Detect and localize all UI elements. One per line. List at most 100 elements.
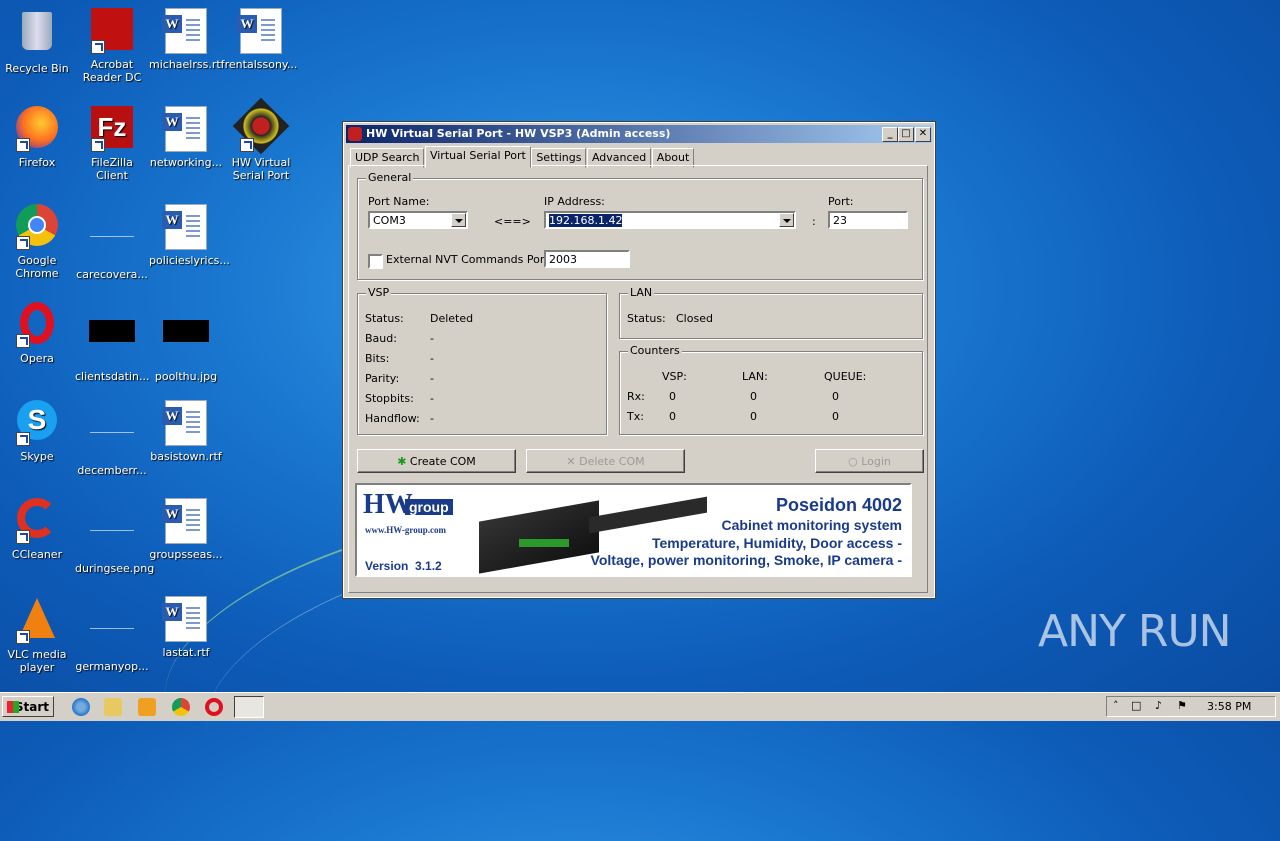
flag-icon[interactable]: ⚑ bbox=[1177, 699, 1187, 712]
desktop-icon-label: CCleaner bbox=[11, 548, 63, 561]
minimize-button[interactable]: _ bbox=[882, 127, 898, 142]
port-field[interactable]: 23 bbox=[828, 211, 908, 229]
opera-icon bbox=[14, 302, 60, 348]
media-player-icon[interactable] bbox=[138, 698, 156, 716]
desktop-icon-firefox[interactable]: Firefox bbox=[0, 106, 74, 169]
firefox-icon bbox=[14, 106, 60, 152]
counter-rx-vsp: 0 bbox=[669, 390, 676, 403]
desktop-icon-ccleaner[interactable]: CCleaner bbox=[0, 498, 74, 561]
desktop-icon-poolthu[interactable]: poolthu.jpg bbox=[149, 302, 223, 383]
login-button[interactable]: ○ Login bbox=[815, 449, 924, 473]
desktop-icon-label: germanyop... bbox=[75, 660, 149, 673]
desktop-icon-acrobat[interactable]: Acrobat Reader DC bbox=[75, 8, 149, 84]
desktop-icon-label: FileZilla Client bbox=[91, 156, 133, 182]
desktop-icon-label: policieslyrics... bbox=[149, 254, 230, 267]
desktop-icon-basistown[interactable]: W basistown.rtf bbox=[149, 400, 223, 463]
vsp-handflow-value: - bbox=[430, 412, 434, 425]
vsp-group-title: VSP bbox=[366, 286, 392, 299]
vsp-status-value: Deleted bbox=[430, 312, 474, 325]
explorer-icon[interactable] bbox=[104, 698, 122, 716]
general-group-title: General bbox=[366, 171, 414, 184]
desktop-icon-vlc[interactable]: VLC media player bbox=[0, 596, 74, 674]
product-name: Poseidon 4002 bbox=[775, 495, 902, 515]
lan-status-value: Closed bbox=[676, 312, 713, 325]
close-button[interactable]: ✕ bbox=[915, 127, 931, 142]
desktop-icon-recycle-bin[interactable]: Recycle Bin bbox=[0, 8, 74, 75]
running-man-icon: ✱ bbox=[397, 455, 407, 468]
desktop-icon-germanyop[interactable]: germanyop... bbox=[75, 596, 149, 673]
vsp-baud-label: Baud: bbox=[365, 332, 397, 345]
lan-group: LAN Status: Closed bbox=[619, 286, 923, 339]
ie-icon[interactable] bbox=[72, 698, 90, 716]
ip-address-value: 192.168.1.42 bbox=[549, 214, 623, 227]
delete-com-button[interactable]: ✕ Delete COM bbox=[526, 449, 685, 473]
clock[interactable]: 3:58 PM bbox=[1207, 700, 1251, 713]
nvt-port-field[interactable]: 2003 bbox=[544, 250, 630, 268]
x-icon: ✕ bbox=[566, 455, 576, 468]
desktop-icon-michaelrss[interactable]: W michaelrss.rtf bbox=[149, 8, 225, 71]
counter-rx-label: Rx: bbox=[627, 390, 645, 403]
counters-group: Counters VSP: LAN: QUEUE: Rx: 0 0 0 Tx: … bbox=[619, 344, 923, 435]
create-com-button[interactable]: ✱ Create COM bbox=[357, 449, 516, 473]
desktop-icon-policieslyrics[interactable]: W policieslyrics... bbox=[149, 204, 230, 267]
taskbar: Start ˄ □ ♪ ⚑ 3:58 PM bbox=[0, 692, 1280, 721]
desktop-icon-hw-vsp[interactable]: HW Virtual Serial Port bbox=[224, 97, 298, 182]
counter-header-queue: QUEUE: bbox=[824, 370, 867, 383]
ip-address-label: IP Address: bbox=[544, 195, 605, 208]
nvt-checkbox[interactable] bbox=[368, 254, 383, 269]
counter-rx-queue: 0 bbox=[832, 390, 839, 403]
desktop-icon-label: basistown.rtf bbox=[150, 450, 222, 463]
port-name-value: COM3 bbox=[373, 214, 406, 227]
desktop-icon-opera[interactable]: Opera bbox=[0, 302, 74, 365]
product-line3: Voltage, power monitoring, Smoke, IP cam… bbox=[590, 552, 902, 568]
link-arrow: <==> bbox=[494, 215, 531, 228]
skype-icon: S bbox=[14, 400, 60, 446]
hw-vsp-icon bbox=[232, 97, 290, 155]
network-icon[interactable]: □ bbox=[1131, 699, 1141, 712]
start-button[interactable]: Start bbox=[2, 696, 54, 717]
vlc-icon bbox=[14, 598, 60, 644]
system-tray: ˄ □ ♪ ⚑ 3:58 PM bbox=[1106, 696, 1276, 717]
chevron-down-icon[interactable] bbox=[451, 213, 466, 227]
desktop-icon-clientsdatin[interactable]: clientsdatin... bbox=[75, 302, 150, 383]
vsp-bits-label: Bits: bbox=[365, 352, 390, 365]
window-titlebar[interactable]: HW Virtual Serial Port - HW VSP3 (Admin … bbox=[346, 125, 932, 143]
hw-vsp-taskbar-icon[interactable] bbox=[234, 696, 264, 718]
opera-taskbar-icon[interactable] bbox=[205, 698, 223, 716]
desktop-icon-rentalssony[interactable]: W rentalssony... bbox=[224, 8, 298, 71]
chrome-taskbar-icon[interactable] bbox=[172, 698, 190, 716]
tab-panel: General Port Name: COM3 <==> IP Address:… bbox=[348, 165, 928, 593]
desktop-icon-label: HW Virtual Serial Port bbox=[231, 156, 291, 182]
desktop-icon-skype[interactable]: S Skype bbox=[0, 400, 74, 463]
chevron-up-icon[interactable]: ˄ bbox=[1113, 699, 1119, 712]
counters-group-title: Counters bbox=[628, 344, 682, 357]
file-icon bbox=[89, 218, 135, 264]
desktop-icon-duringsee[interactable]: duringsee.png bbox=[75, 498, 154, 575]
logo-group: group bbox=[405, 499, 453, 515]
counter-header-vsp: VSP: bbox=[662, 370, 687, 383]
desktop-icon-carecovera[interactable]: carecovera... bbox=[75, 204, 149, 281]
desktop-icon-lastat[interactable]: W lastat.rtf bbox=[149, 596, 223, 659]
anyrun-watermark: ANY RUN bbox=[1038, 606, 1232, 657]
word-document-icon: W bbox=[162, 8, 209, 54]
chevron-down-icon[interactable] bbox=[779, 213, 794, 227]
volume-icon[interactable]: ♪ bbox=[1155, 699, 1162, 712]
delete-com-label: Delete COM bbox=[579, 455, 645, 468]
desktop-icon-label: Acrobat Reader DC bbox=[82, 58, 142, 84]
word-document-icon: W bbox=[162, 204, 209, 250]
desktop-icon-groupsseas[interactable]: W groupsseas... bbox=[149, 498, 223, 561]
tab-virtual-serial-port[interactable]: Virtual Serial Port bbox=[424, 146, 531, 168]
desktop-icon-filezilla[interactable]: Fz FileZilla Client bbox=[75, 106, 149, 182]
desktop-icon-decemberr[interactable]: decemberr... bbox=[75, 400, 149, 477]
desktop-icon-chrome[interactable]: Google Chrome bbox=[0, 204, 74, 280]
vsp-baud-value: - bbox=[430, 332, 434, 345]
filezilla-icon: Fz bbox=[89, 106, 135, 152]
desktop-icon-networking[interactable]: W networking... bbox=[149, 106, 223, 169]
counter-tx-lan: 0 bbox=[750, 410, 757, 423]
maximize-button[interactable]: □ bbox=[898, 127, 914, 142]
product-banner[interactable]: HW group www.HW-group.com Version 3.1.2 … bbox=[355, 483, 912, 577]
ip-address-combo[interactable]: 192.168.1.42 bbox=[544, 211, 796, 229]
port-name-combo[interactable]: COM3 bbox=[368, 211, 468, 229]
vsp-parity-value: - bbox=[430, 372, 434, 385]
image-file-icon bbox=[89, 512, 135, 558]
